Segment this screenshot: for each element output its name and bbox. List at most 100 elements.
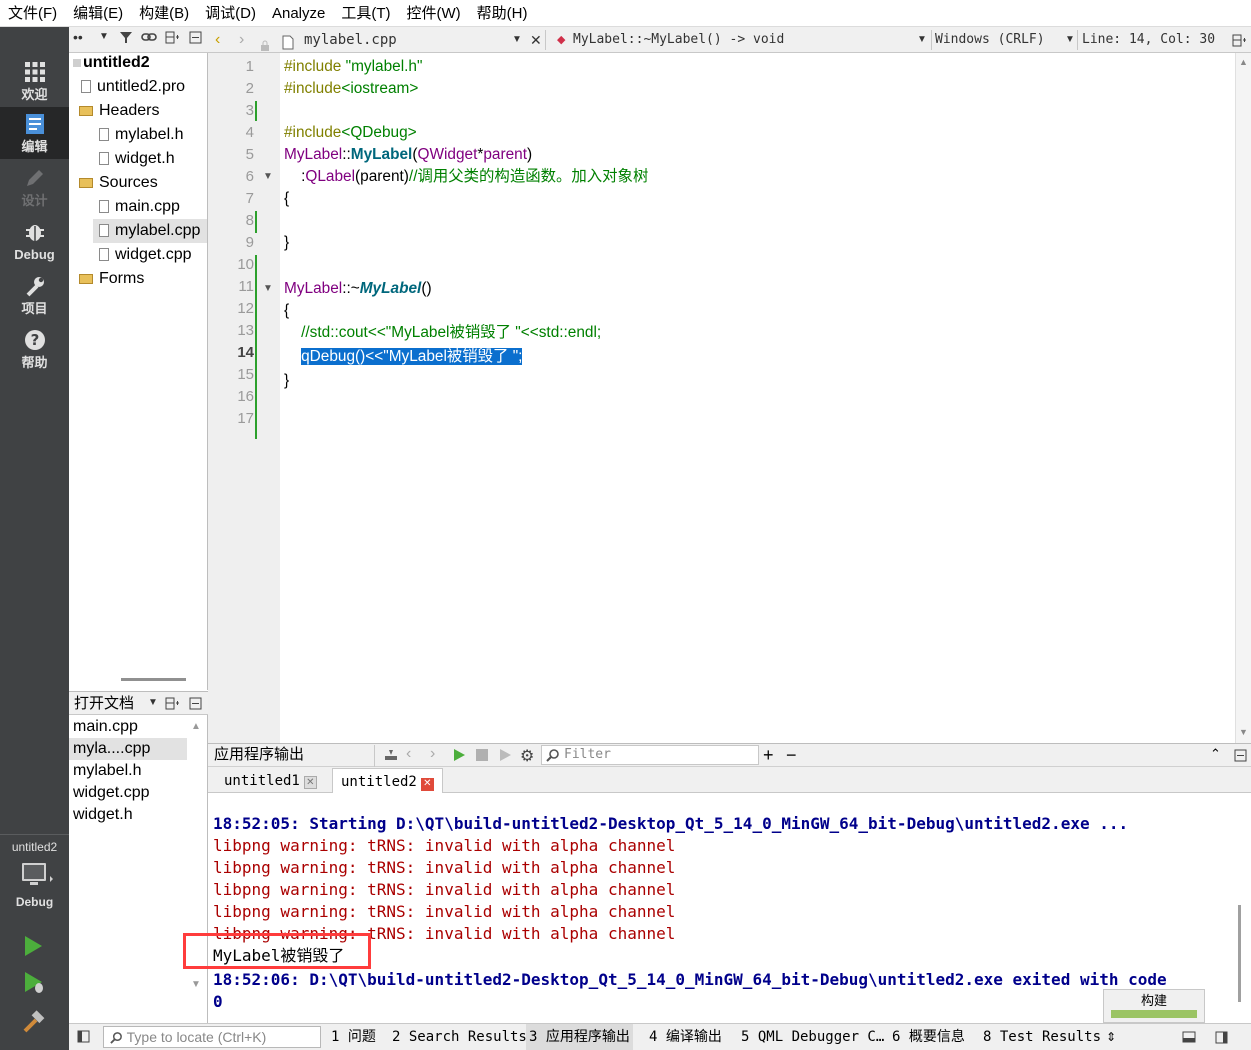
symbol-dropdown-icon[interactable]: ▼: [917, 27, 927, 53]
next-icon[interactable]: ›: [430, 745, 435, 763]
tree-folder-sources[interactable]: Sources: [79, 171, 158, 195]
nav-back-icon[interactable]: ‹: [215, 27, 220, 53]
line-endings-selector[interactable]: Windows (CRLF): [935, 27, 1045, 53]
prev-icon[interactable]: ‹: [406, 745, 411, 763]
close-pane-icon[interactable]: [189, 697, 202, 714]
toggle-right-sidebar-icon[interactable]: [1215, 1031, 1228, 1044]
rerun-icon[interactable]: [452, 748, 466, 766]
tree-item-widget-h[interactable]: widget.h: [99, 147, 175, 171]
split-editor-icon[interactable]: [1232, 27, 1246, 53]
symbol-selector[interactable]: MyLabel::~MyLabel() -> void: [573, 27, 784, 53]
close-panel-icon[interactable]: [1234, 749, 1247, 766]
close-icon[interactable]: ✕: [420, 778, 434, 791]
code-line: qDebug()<<"MyLabel被销毁了 ";: [301, 348, 523, 365]
filter-input[interactable]: Filter: [541, 745, 759, 765]
maximize-panel-icon[interactable]: ⌃: [1210, 746, 1221, 762]
zoom-out-icon[interactable]: −: [786, 744, 797, 766]
mode-design[interactable]: 设计: [0, 161, 69, 213]
mode-help[interactable]: ? 帮助: [0, 323, 69, 375]
tree-folder-forms[interactable]: Forms: [79, 267, 144, 291]
close-file-icon[interactable]: ✕: [530, 27, 542, 53]
open-doc-item[interactable]: main.cpp: [69, 716, 187, 738]
pane-search-results[interactable]: 2 Search Results: [392, 1024, 527, 1050]
menu-edit[interactable]: 编辑(E): [65, 0, 131, 27]
nav-forward-icon[interactable]: ›: [239, 27, 244, 53]
mode-projects[interactable]: 项目: [0, 269, 69, 321]
output-tab-untitled1[interactable]: untitled1 ✕: [216, 768, 325, 793]
tree-scrollbar[interactable]: [121, 678, 186, 681]
output-line: libpng warning: tRNS: invalid with alpha…: [213, 836, 676, 855]
pane-general-messages[interactable]: 6 概要信息: [892, 1024, 965, 1050]
menu-build[interactable]: 构建(B): [131, 0, 197, 27]
pane-issues[interactable]: 1 问题: [331, 1024, 376, 1050]
tree-root[interactable]: untitled2: [73, 51, 150, 75]
kit-selector[interactable]: [20, 862, 54, 894]
monitor-icon: [20, 863, 54, 894]
scroll-up-icon[interactable]: ▲: [1239, 57, 1248, 67]
tree-folder-headers[interactable]: Headers: [79, 99, 159, 123]
tree-item-mylabel-cpp[interactable]: mylabel.cpp: [93, 219, 207, 243]
pane-switcher-icon[interactable]: ⇕: [1106, 1024, 1116, 1050]
pane-test-results[interactable]: 8 Test Results: [983, 1024, 1101, 1050]
view-dropdown-icon[interactable]: ▼: [99, 31, 109, 42]
attach-debugger-icon[interactable]: [498, 748, 512, 766]
open-doc-item[interactable]: widget.h: [69, 804, 187, 826]
output-tabs: untitled1 ✕ untitled2 ✕: [208, 767, 1251, 793]
menu-tools[interactable]: 工具(T): [333, 0, 398, 27]
mode-edit[interactable]: 编辑: [0, 107, 69, 159]
build-button[interactable]: [22, 1010, 46, 1038]
output-tab-untitled2[interactable]: untitled2 ✕: [332, 768, 443, 793]
code-line: {: [284, 190, 290, 207]
sync-icon[interactable]: ••: [73, 29, 83, 45]
current-file-name[interactable]: mylabel.cpp: [304, 27, 397, 53]
run-button[interactable]: [22, 935, 44, 961]
split-icon[interactable]: [165, 697, 179, 714]
menu-controls[interactable]: 控件(W): [399, 0, 469, 27]
cursor-position[interactable]: Line: 14, Col: 30: [1082, 27, 1215, 53]
menu-debug[interactable]: 调试(D): [197, 0, 264, 27]
pane-app-output[interactable]: 3 应用程序输出: [526, 1024, 633, 1050]
pane-qml-debugger[interactable]: 5 QML Debugger C…: [741, 1024, 884, 1050]
zoom-in-icon[interactable]: +: [763, 744, 774, 766]
open-doc-item[interactable]: widget.cpp: [69, 782, 187, 804]
menu-help[interactable]: 帮助(H): [469, 0, 536, 27]
open-doc-item[interactable]: mylabel.h: [69, 760, 187, 782]
mode-debug[interactable]: Debug: [0, 215, 69, 267]
locator-input[interactable]: Type to locate (Ctrl+K): [103, 1026, 321, 1048]
menu-file[interactable]: 文件(F): [0, 0, 65, 27]
line-number: 5: [245, 146, 254, 163]
tree-item-main-cpp[interactable]: main.cpp: [99, 195, 180, 219]
project-tree: untitled2 untitled2.pro Headers mylabel.…: [69, 53, 208, 690]
fold-marker-icon[interactable]: ▼: [263, 283, 273, 294]
pane-compile-output[interactable]: 4 编译输出: [649, 1024, 722, 1050]
settings-gear-icon[interactable]: ⚙: [520, 746, 534, 766]
tree-item-pro-file[interactable]: untitled2.pro: [81, 75, 185, 99]
menu-analyze[interactable]: Analyze: [264, 0, 333, 27]
mode-welcome[interactable]: 欢迎: [0, 55, 69, 107]
tree-item-mylabel-h[interactable]: mylabel.h: [99, 123, 183, 147]
file-dropdown-icon[interactable]: ▼: [512, 27, 522, 53]
scroll-down-icon[interactable]: ▼: [191, 979, 201, 990]
reattach-icon[interactable]: [384, 748, 398, 766]
line-number: 15: [237, 366, 254, 383]
stop-icon[interactable]: [476, 749, 488, 761]
progress-toggle-icon[interactable]: [1182, 1031, 1196, 1043]
scroll-down-icon[interactable]: ▼: [1239, 727, 1248, 737]
editor-scrollbar[interactable]: ▲ ▼: [1235, 53, 1251, 743]
split-icon[interactable]: [165, 31, 179, 48]
chevron-down-icon[interactable]: ▼: [148, 697, 158, 708]
link-icon[interactable]: [141, 30, 157, 48]
debug-run-button[interactable]: [22, 971, 46, 999]
scroll-up-icon[interactable]: ▲: [191, 721, 201, 732]
tree-item-widget-cpp[interactable]: widget.cpp: [99, 243, 192, 267]
line-endings-dropdown-icon[interactable]: ▼: [1065, 27, 1075, 53]
open-doc-item[interactable]: myla....cpp: [69, 738, 187, 760]
close-pane-icon[interactable]: [189, 31, 202, 48]
fold-marker-icon[interactable]: ▼: [263, 171, 273, 182]
filter-icon[interactable]: [119, 30, 133, 48]
file-icon: [99, 248, 109, 261]
bug-icon: [0, 221, 69, 247]
toggle-sidebar-icon[interactable]: [77, 1030, 90, 1043]
output-scrollbar[interactable]: [1238, 905, 1241, 1002]
close-icon[interactable]: ✕: [303, 776, 317, 789]
